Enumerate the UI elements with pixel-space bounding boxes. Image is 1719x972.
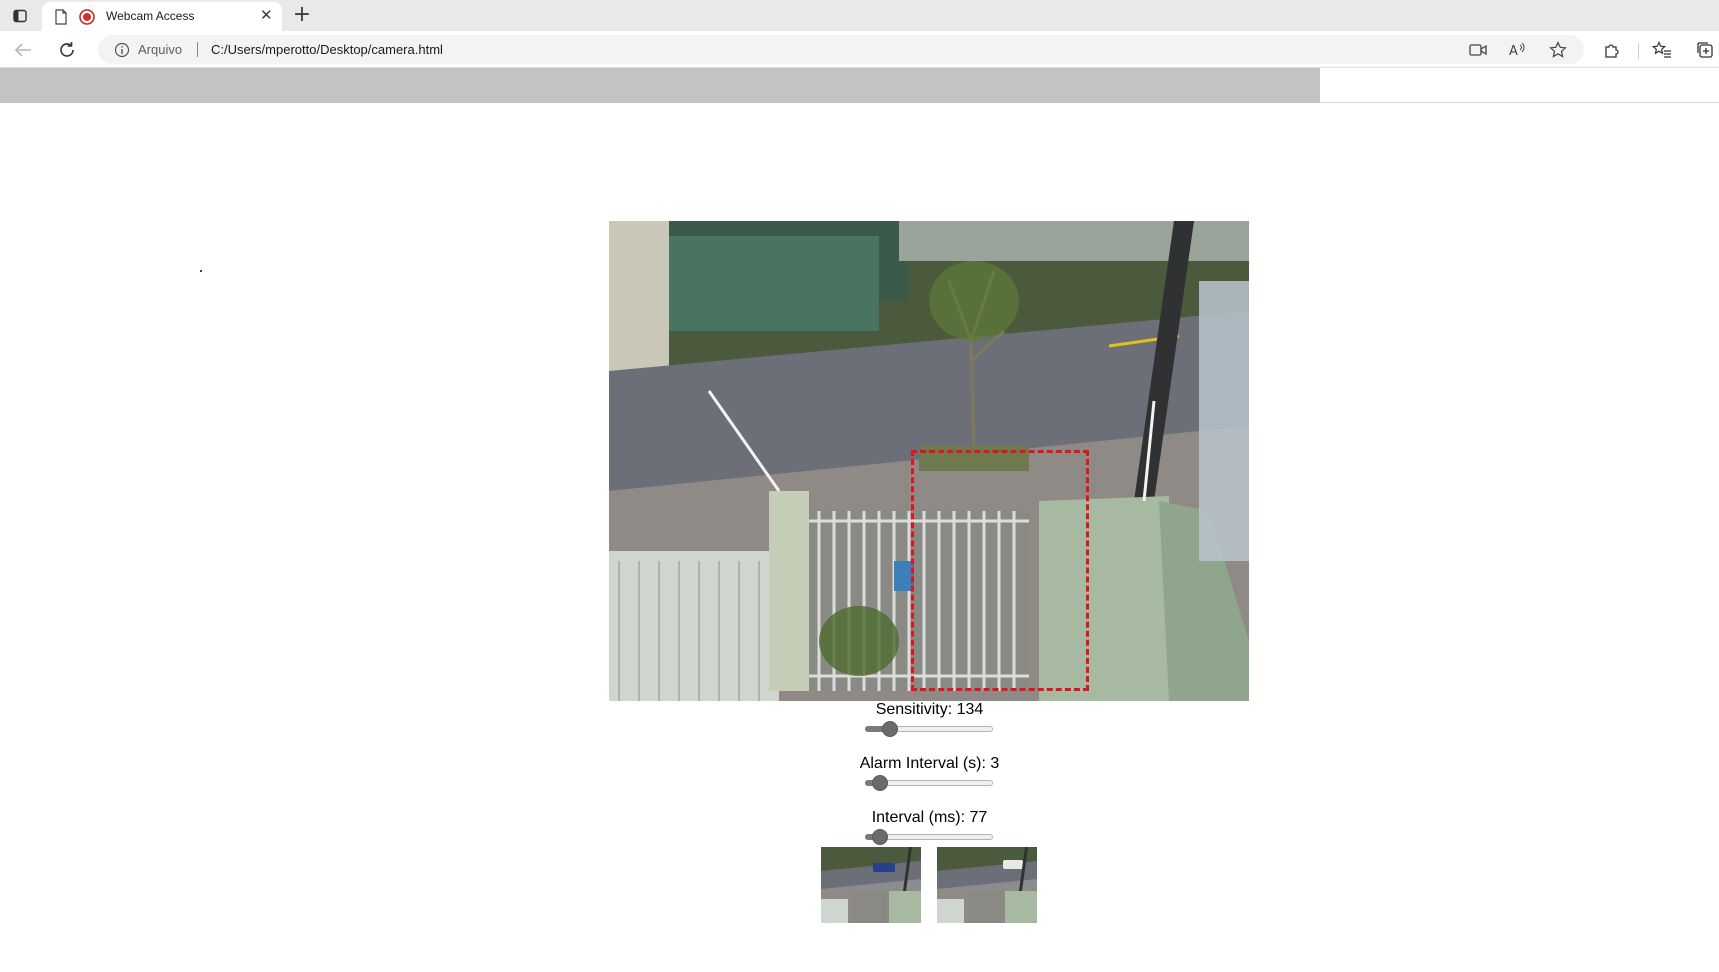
- back-icon: [14, 43, 31, 57]
- close-icon[interactable]: ✕: [260, 8, 273, 24]
- favorite-star-icon[interactable]: [1548, 40, 1568, 60]
- extensions-button[interactable]: [1601, 39, 1623, 61]
- tab-title: Webcam Access: [106, 9, 195, 23]
- page-header-bar: [0, 68, 1320, 103]
- camera-in-use-icon[interactable]: [1468, 40, 1488, 60]
- stray-dot: [200, 270, 202, 272]
- scheme-label: Arquivo: [138, 42, 183, 57]
- snapshot-thumbnail[interactable]: [937, 847, 1037, 923]
- page-header-line: [1320, 102, 1719, 103]
- svg-text:A: A: [1509, 44, 1518, 58]
- reload-icon: [60, 42, 74, 57]
- interval-label: Interval (ms): 77: [871, 809, 988, 826]
- page-icon: [55, 9, 67, 25]
- address-bar[interactable]: Arquivo C:/Users/mperotto/Desktop/camera…: [98, 35, 1584, 64]
- alarm-interval-slider[interactable]: [865, 775, 993, 791]
- reload-button[interactable]: [56, 39, 78, 61]
- url-text[interactable]: C:/Users/mperotto/Desktop/camera.html: [211, 42, 443, 57]
- browser-toolbar: Arquivo C:/Users/mperotto/Desktop/camera…: [0, 31, 1719, 68]
- recording-icon: [79, 9, 95, 25]
- slider-thumb[interactable]: [882, 721, 898, 737]
- sidebar-toggle-icon: [13, 9, 27, 23]
- collections-icon: [1697, 42, 1713, 58]
- favorites-button[interactable]: [1651, 39, 1673, 61]
- sensitivity-slider[interactable]: [865, 721, 993, 737]
- alarm-interval-label: Alarm Interval (s): 3: [859, 755, 1000, 772]
- webcam-feed: [609, 221, 1249, 701]
- snapshot-thumbnail[interactable]: [821, 847, 921, 923]
- extensions-icon: [1605, 44, 1619, 58]
- tab-actions-button[interactable]: [8, 5, 32, 27]
- toolbar-divider: [1638, 43, 1639, 59]
- slider-thumb[interactable]: [872, 775, 888, 791]
- read-aloud-icon[interactable]: A: [1508, 40, 1528, 60]
- address-separator: [197, 42, 198, 57]
- tab-webcam-access[interactable]: Webcam Access ✕: [42, 2, 282, 31]
- motion-detection-box: [911, 450, 1089, 691]
- slider-thumb[interactable]: [872, 829, 888, 845]
- new-tab-button[interactable]: +: [290, 4, 314, 28]
- favorites-icon: [1652, 41, 1671, 58]
- back-button[interactable]: [12, 39, 34, 61]
- collections-button[interactable]: [1694, 39, 1716, 61]
- info-icon[interactable]: [114, 42, 130, 58]
- sensitivity-label: Sensitivity: 134: [875, 701, 984, 718]
- tab-strip: Webcam Access ✕ +: [0, 0, 1719, 31]
- interval-slider[interactable]: [865, 829, 993, 845]
